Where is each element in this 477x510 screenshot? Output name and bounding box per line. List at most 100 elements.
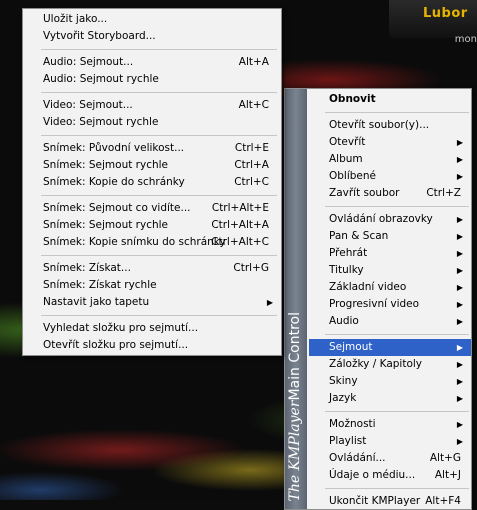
submenu-arrow-icon: ▶: [456, 232, 463, 241]
menu-item-label: Snímek: Kopie do schránky: [43, 176, 185, 188]
menu-item-label: Zavřít soubor: [329, 187, 400, 199]
menu-item-label: Vytvořit Storyboard...: [43, 30, 156, 42]
menu-item-label: Otevřít: [329, 136, 366, 148]
menu-item-label: Audio: Sejmout rychle: [43, 73, 159, 85]
menu-item-label: Pan & Scan: [329, 230, 389, 242]
menu-item-shortcut: Ctrl+E: [234, 142, 269, 154]
menu-separator: [325, 206, 469, 207]
menu-item-shortcut: Alt+G: [429, 452, 461, 464]
menu-item-shortcut: Ctrl+Z: [426, 187, 461, 199]
main-menu-item-moznosti[interactable]: Možnosti ▶: [309, 416, 471, 433]
submenu-arrow-icon: ▶: [456, 138, 463, 147]
user-panel: Lubor: [389, 0, 477, 38]
menu-separator: [41, 195, 277, 196]
menu-item-label: Základní video: [329, 281, 407, 293]
main-menu-item-otevrit-soubor-y[interactable]: Otevřít soubor(y)...: [309, 117, 471, 134]
menu-item-label: Snímek: Sejmout rychle: [43, 219, 169, 231]
menu-item-shortcut: Alt+C: [238, 99, 269, 111]
capture-menu-item-vytvorit-storyboard[interactable]: Vytvořit Storyboard...: [23, 28, 281, 45]
capture-menu-item-video-sejmout-rychle[interactable]: Video: Sejmout rychle: [23, 114, 281, 131]
capture-menu-item-snimek-sejmout-co-vidite[interactable]: Snímek: Sejmout co vidíte... Ctrl+Alt+E: [23, 200, 281, 217]
menu-separator: [41, 49, 277, 50]
menu-item-label: Přehrát: [329, 247, 368, 259]
menu-item-shortcut: Ctrl+Alt+C: [211, 236, 269, 248]
capture-menu-item-video-sejmout[interactable]: Video: Sejmout... Alt+C: [23, 97, 281, 114]
menu-item-shortcut: Ctrl+Alt+E: [211, 202, 269, 214]
menu-item-label: Snímek: Sejmout rychle: [43, 159, 169, 171]
menu-item-label: Ovládání obrazovky: [329, 213, 433, 225]
menu-item-label: Video: Sejmout...: [43, 99, 133, 111]
menu-separator: [325, 411, 469, 412]
menu-item-label: Album: [329, 153, 363, 165]
menu-separator: [41, 315, 277, 316]
main-menu-item-otevrit[interactable]: Otevřít ▶: [309, 134, 471, 151]
capture-menu-item-vyhledat-slozku-pro-sejmuti[interactable]: Vyhledat složku pro sejmutí...: [23, 320, 281, 337]
main-menu-item-ukoncit-kmplayer[interactable]: Ukončit KMPlayer Alt+F4: [309, 493, 471, 510]
main-menu-item-sejmout[interactable]: Sejmout ▶: [309, 339, 471, 356]
menu-item-label: Ovládání...: [329, 452, 386, 464]
capture-menu-item-ulozit-jako[interactable]: Uložit jako...: [23, 11, 281, 28]
menu-item-label: Skiny: [329, 375, 358, 387]
capture-menu-item-snimek-puvodni-velikost[interactable]: Snímek: Původní velikost... Ctrl+E: [23, 140, 281, 157]
main-menu-item-udaje-o-mediu[interactable]: Údaje o médiu... Alt+J: [309, 467, 471, 484]
capture-submenu-items: Uložit jako... Vytvořit Storyboard... Audi…: [23, 11, 281, 354]
capture-menu-item-snimek-ziskat-rychle[interactable]: Snímek: Získat rychle: [23, 277, 281, 294]
main-menu-item-audio[interactable]: Audio ▶: [309, 313, 471, 330]
menu-item-label: Snímek: Kopie snímku do schránky: [43, 236, 226, 248]
menu-item-shortcut: Ctrl+G: [233, 262, 269, 274]
menu-item-label: Snímek: Získat...: [43, 262, 131, 274]
main-menu-item-skiny[interactable]: Skiny ▶: [309, 373, 471, 390]
menu-item-shortcut: Alt+J: [434, 469, 461, 481]
main-menu-item-ovladani-obrazovky[interactable]: Ovládání obrazovky ▶: [309, 211, 471, 228]
menu-item-label: Otevřít soubor(y)...: [329, 119, 430, 131]
main-menu-item-jazyk[interactable]: Jazyk ▶: [309, 390, 471, 407]
capture-menu-item-snimek-kopie-do-schranky[interactable]: Snímek: Kopie do schránky Ctrl+C: [23, 174, 281, 191]
main-menu-item-playlist[interactable]: Playlist ▶: [309, 433, 471, 450]
user-subtext: mon: [454, 34, 477, 45]
main-context-menu: The KMPlayerMain Control Obnovit Otevřít …: [284, 88, 472, 510]
menu-item-label: Obnovit: [329, 93, 376, 105]
menu-item-shortcut: Ctrl+Alt+A: [211, 219, 269, 231]
main-menu-item-zavrit-soubor[interactable]: Zavřít soubor Ctrl+Z: [309, 185, 471, 202]
main-menu-item-zakladni-video[interactable]: Základní video ▶: [309, 279, 471, 296]
main-menu-item-pan-scan[interactable]: Pan & Scan ▶: [309, 228, 471, 245]
capture-menu-item-nastavit-jako-tapetu[interactable]: Nastavit jako tapetu ▶: [23, 294, 281, 311]
main-menu-item-progresivni-video[interactable]: Progresivní video ▶: [309, 296, 471, 313]
submenu-arrow-icon: ▶: [456, 155, 463, 164]
submenu-arrow-icon: ▶: [456, 317, 463, 326]
side-banner-title: Main Control: [287, 311, 303, 400]
menu-separator: [41, 255, 277, 256]
main-menu-item-ovladani[interactable]: Ovládání... Alt+G: [309, 450, 471, 467]
main-menu-item-album[interactable]: Album ▶: [309, 151, 471, 168]
menu-item-label: Snímek: Sejmout co vidíte...: [43, 202, 191, 214]
main-menu-item-prehrat[interactable]: Přehrát ▶: [309, 245, 471, 262]
capture-menu-item-snimek-sejmout-rychle[interactable]: Snímek: Sejmout rychle Ctrl+Alt+A: [23, 217, 281, 234]
menu-item-label: Uložit jako...: [43, 13, 108, 25]
capture-menu-item-snimek-kopie-snimku-do-schranky[interactable]: Snímek: Kopie snímku do schránky Ctrl+Alt…: [23, 234, 281, 251]
main-menu-item-oblibene[interactable]: Oblíbené ▶: [309, 168, 471, 185]
side-banner-text: The KMPlayerMain Control: [287, 312, 305, 502]
capture-menu-item-snimek-ziskat[interactable]: Snímek: Získat... Ctrl+G: [23, 260, 281, 277]
menu-item-label: Jazyk: [329, 392, 357, 404]
menu-item-label: Sejmout: [329, 341, 373, 353]
submenu-arrow-icon: ▶: [456, 300, 463, 309]
menu-item-label: Audio: [329, 315, 359, 327]
submenu-arrow-icon: ▶: [456, 360, 463, 369]
submenu-arrow-icon: ▶: [456, 394, 463, 403]
menu-item-label: Oblíbené: [329, 170, 377, 182]
main-menu-item-obnovit[interactable]: Obnovit: [309, 91, 471, 108]
submenu-arrow-icon: ▶: [266, 298, 273, 307]
capture-menu-item-audio-sejmout-rychle[interactable]: Audio: Sejmout rychle: [23, 71, 281, 88]
capture-menu-item-snimek-sejmout-rychle[interactable]: Snímek: Sejmout rychle Ctrl+A: [23, 157, 281, 174]
capture-menu-item-audio-sejmout[interactable]: Audio: Sejmout... Alt+A: [23, 54, 281, 71]
submenu-arrow-icon: ▶: [456, 249, 463, 258]
menu-item-label: Nastavit jako tapetu: [43, 296, 150, 308]
capture-menu-item-otevrit-slozku-pro-sejmuti[interactable]: Otevřít složku pro sejmutí...: [23, 337, 281, 354]
main-menu-items: Obnovit Otevřít soubor(y)... Otevřít ▶ Album…: [309, 91, 471, 510]
main-menu-item-zalozky-kapitoly[interactable]: Záložky / Kapitoly ▶: [309, 356, 471, 373]
capture-submenu: Uložit jako... Vytvořit Storyboard... Audi…: [22, 8, 282, 356]
menu-item-label: Otevřít složku pro sejmutí...: [43, 339, 189, 351]
main-menu-item-titulky[interactable]: Titulky ▶: [309, 262, 471, 279]
menu-side-banner: The KMPlayerMain Control: [285, 89, 307, 509]
menu-item-label: Progresivní video: [329, 298, 420, 310]
